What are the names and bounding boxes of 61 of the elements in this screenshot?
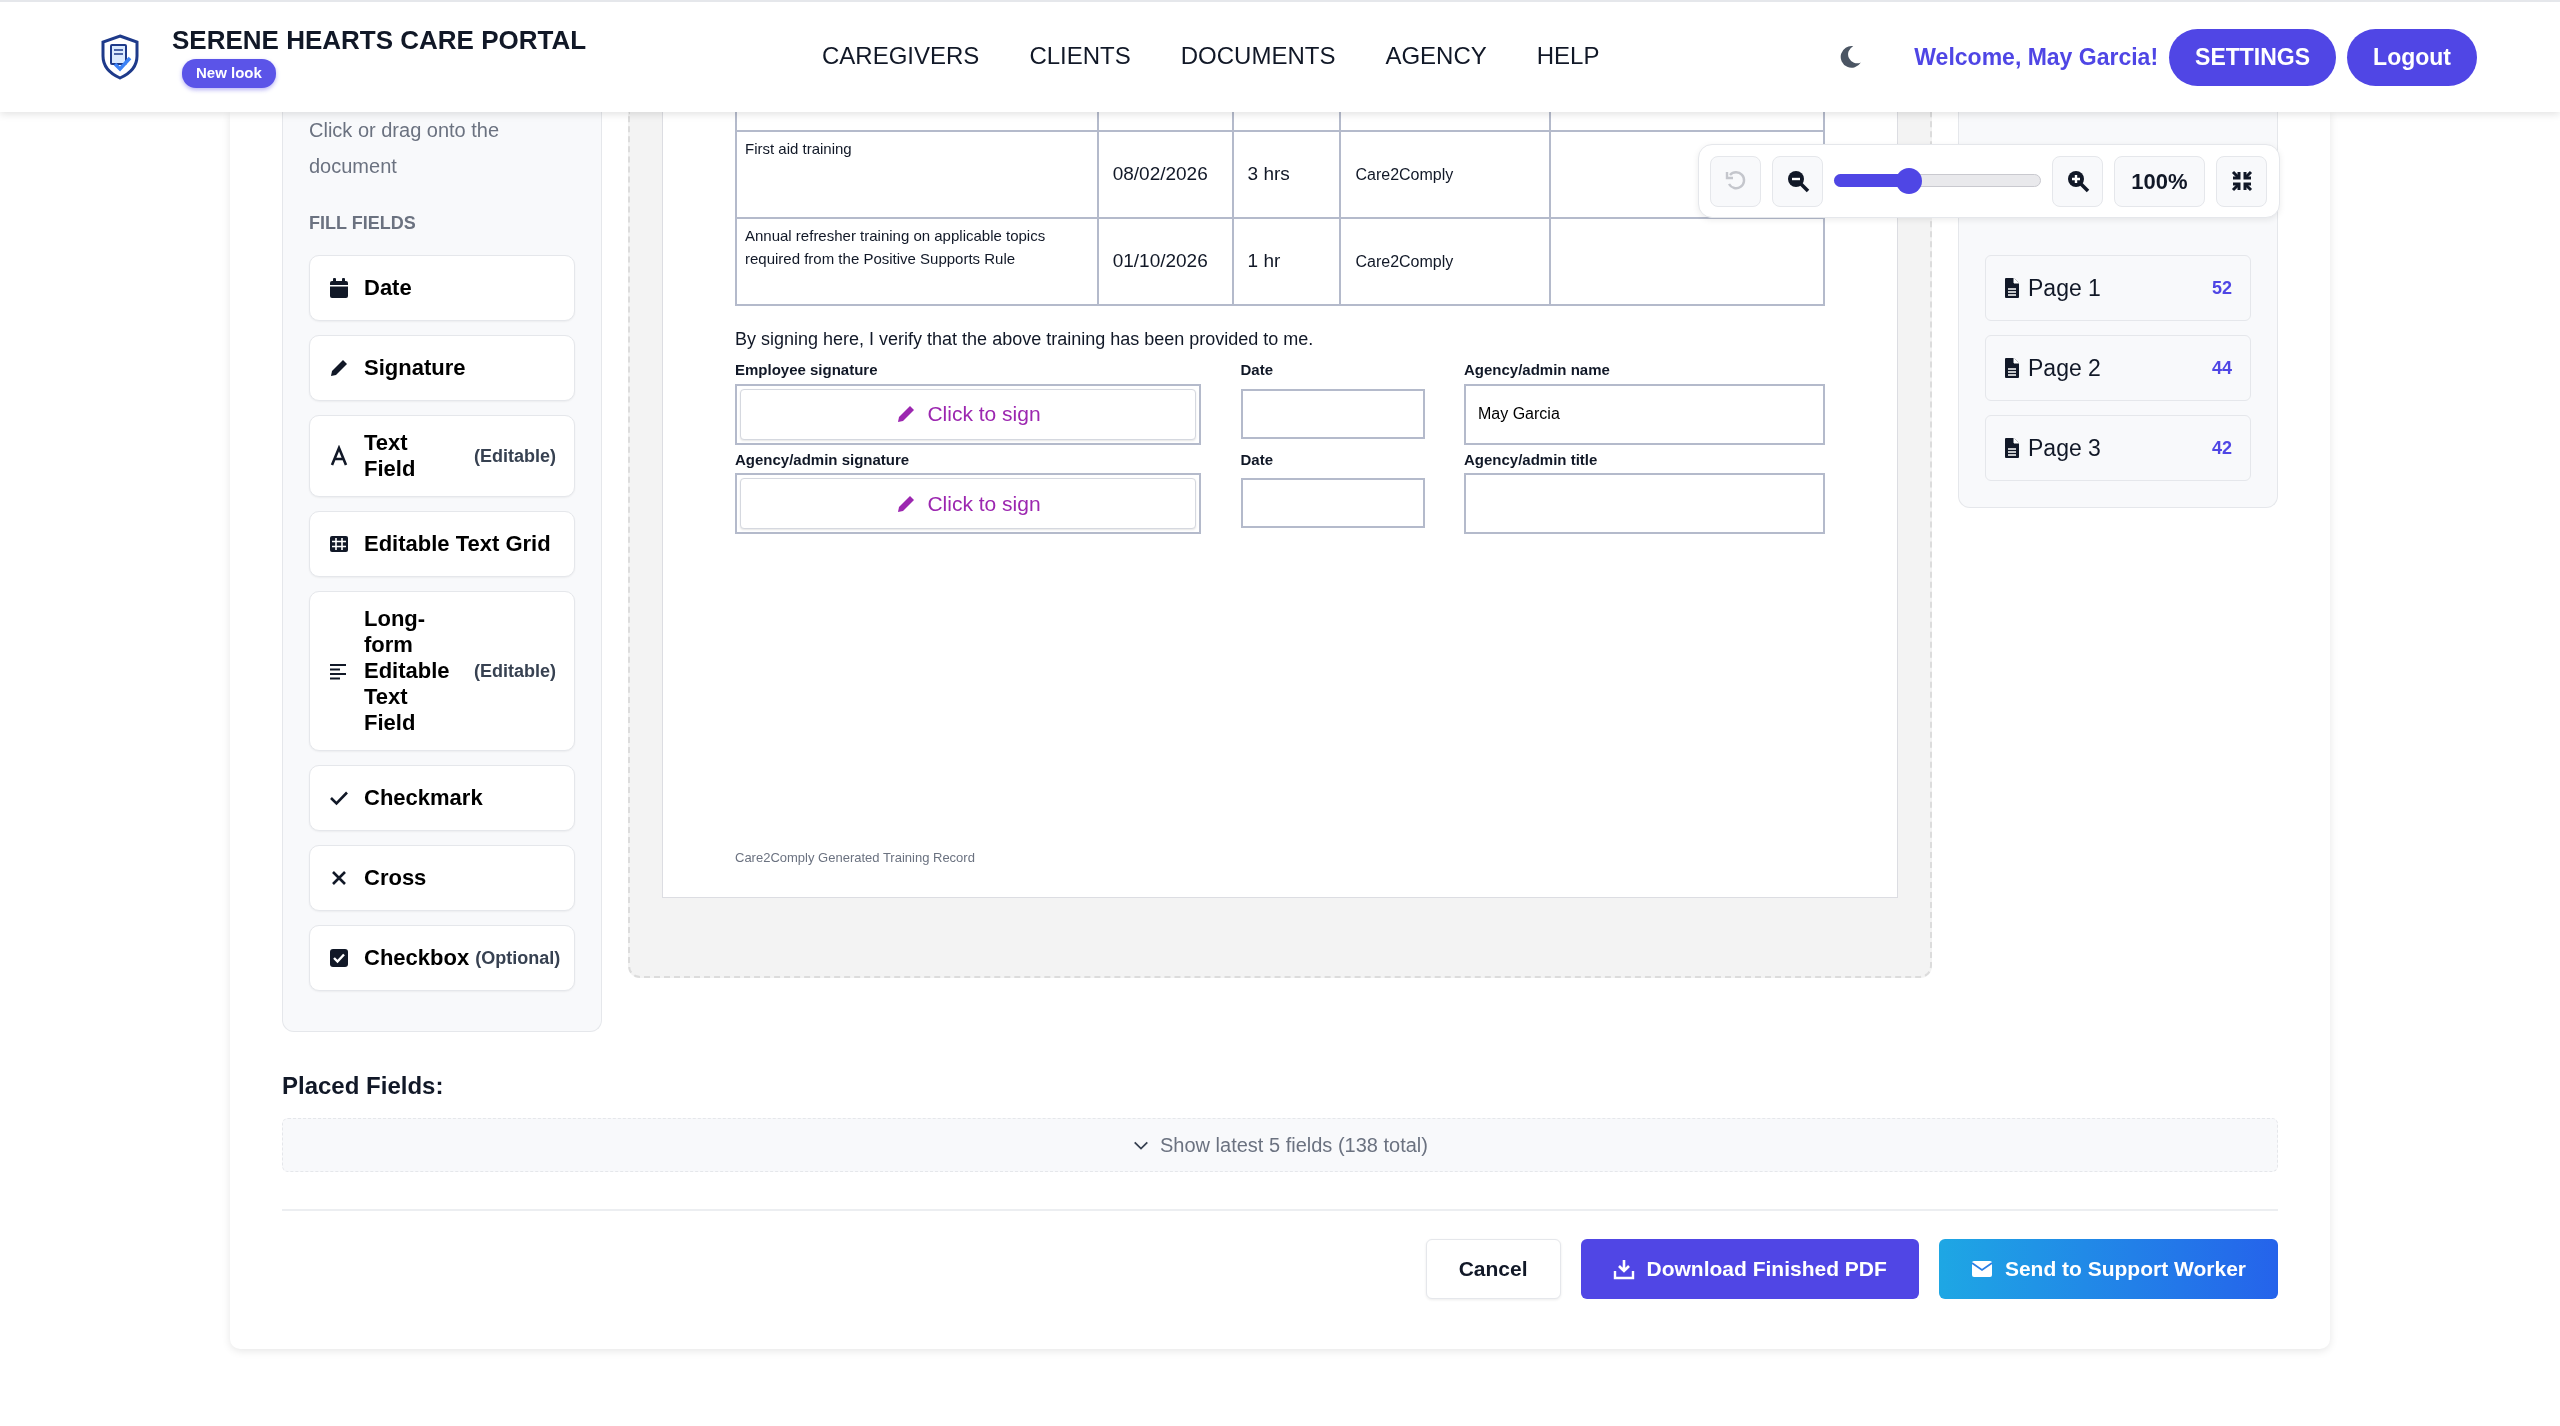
zoom-out-icon	[1785, 169, 1810, 193]
nav-link[interactable]: CAREGIVERS	[822, 37, 980, 77]
sign-button[interactable]: Click to sign	[740, 478, 1196, 529]
new-look-badge: New look	[182, 59, 276, 88]
input-field[interactable]	[1240, 388, 1425, 439]
settings-button[interactable]: SETTINGS	[2169, 28, 2337, 86]
pencil-icon	[328, 357, 350, 379]
welcome-text: Welcome, May Garcia!	[1914, 42, 2159, 72]
table-cell: Annual refresher training on applicable topics required from the Positive Supports Rule	[735, 217, 1099, 306]
field-label: Date	[1240, 449, 1274, 470]
file-icon	[2004, 277, 2020, 299]
nav-link[interactable]: CLIENTS	[1029, 37, 1131, 77]
show-fields-toggle[interactable]: Show latest 5 fields (138 total)	[282, 1118, 2278, 1172]
zoom-in-button[interactable]	[2052, 155, 2103, 207]
hint-text: Click or drag onto the document	[309, 118, 501, 179]
field-tool-item[interactable]: Checkbox (Optional)	[309, 925, 575, 991]
zoom-in-icon	[2065, 169, 2090, 193]
calendar-icon	[328, 277, 350, 299]
field-tool-item[interactable]: Checkmark	[309, 765, 575, 831]
field-tool-item[interactable]: Cross	[309, 845, 575, 911]
input-field[interactable]	[1464, 473, 1825, 534]
page-item[interactable]: Page 3 42	[1985, 415, 2251, 481]
nav-link[interactable]: HELP	[1536, 37, 1600, 77]
field-label: Agency/admin name	[1464, 360, 1611, 380]
zoom-slider[interactable]	[1834, 168, 2041, 194]
field-tool-item[interactable]: Signature	[309, 335, 575, 401]
section-title: Placed Fields:	[282, 1071, 445, 1101]
field-label: Agency/admin signature	[735, 449, 911, 470]
file-icon	[2004, 357, 2020, 379]
download-icon	[1612, 1258, 1635, 1280]
footer-text: Care2Comply Generated Training Record	[735, 848, 975, 867]
logout-button[interactable]: Logout	[2347, 28, 2477, 86]
sign-button[interactable]: Click to sign	[740, 388, 1196, 440]
field-tool-item[interactable]: Text Field (Editable)	[309, 415, 575, 497]
envelope-icon	[1970, 1260, 1993, 1278]
statement-text: By signing here, I verify that the above training has been provided to me.	[735, 328, 1315, 351]
zoom-level-text: 100%	[2114, 155, 2205, 207]
cancel-button[interactable]: Cancel	[1425, 1239, 1561, 1299]
download-button[interactable]: Download Finished PDF	[1580, 1239, 1919, 1299]
page-item[interactable]: Page 2 44	[1985, 335, 2251, 401]
field-label: Employee signature	[735, 360, 879, 380]
compress-icon	[2229, 169, 2254, 193]
section-heading: FILL FIELDS	[309, 212, 417, 235]
input-field[interactable]: May Garcia	[1464, 383, 1825, 445]
file-icon	[2004, 437, 2020, 459]
field-tool-item[interactable]: Long-form Editable Text Field (Editable)	[309, 591, 575, 751]
nav-link[interactable]: DOCUMENTS	[1180, 37, 1336, 77]
send-button[interactable]: Send to Support Worker	[1938, 1239, 2278, 1299]
page-item[interactable]: Page 1 52	[1985, 255, 2251, 321]
checkbox-icon	[328, 947, 350, 969]
input-field[interactable]	[1240, 478, 1425, 528]
shield-logo-icon	[100, 34, 140, 80]
field-label: Agency/admin title	[1464, 449, 1599, 470]
field-tool-item[interactable]: Editable Text Grid	[309, 511, 575, 577]
field-label: Date	[1240, 360, 1274, 380]
letter-a-icon	[328, 445, 350, 467]
nav-link[interactable]: AGENCY	[1385, 37, 1487, 77]
field-tool-item[interactable]: Date	[309, 255, 575, 321]
zoom-out-button[interactable]	[1772, 155, 1823, 207]
table-icon	[328, 533, 350, 555]
fit-button[interactable]	[2216, 155, 2267, 207]
